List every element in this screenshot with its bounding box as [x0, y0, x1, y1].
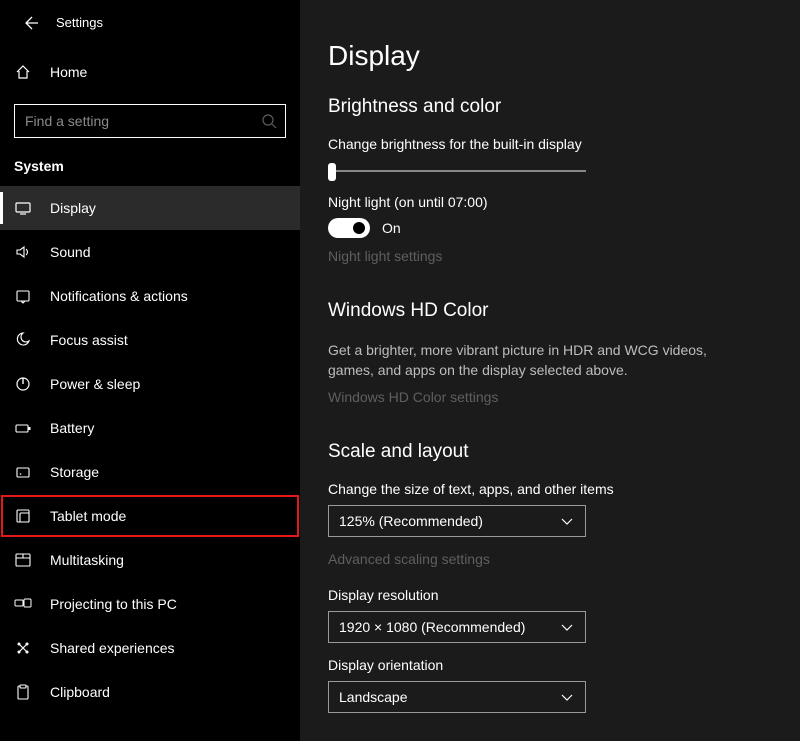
sound-icon	[14, 243, 32, 261]
night-light-state: On	[382, 220, 401, 236]
sidebar-item-label: Display	[50, 200, 96, 216]
resolution-label: Display resolution	[328, 587, 772, 603]
search-box[interactable]	[14, 104, 286, 138]
sidebar-item-display[interactable]: Display	[0, 186, 300, 230]
orientation-dropdown[interactable]: Landscape	[328, 681, 586, 713]
notifications-icon	[14, 287, 32, 305]
toggle-knob	[353, 222, 365, 234]
window-title: Settings	[56, 15, 103, 30]
advanced-scaling-link[interactable]: Advanced scaling settings	[328, 551, 772, 567]
sidebar-home-label: Home	[50, 64, 87, 80]
sidebar-item-label: Battery	[50, 420, 94, 436]
chevron-down-icon	[559, 620, 575, 634]
multitasking-icon	[14, 551, 32, 569]
sidebar-item-label: Notifications & actions	[50, 288, 188, 304]
sidebar-item-focus[interactable]: Focus assist	[0, 318, 300, 362]
sidebar-item-label: Power & sleep	[50, 376, 140, 392]
page-title: Display	[328, 40, 772, 72]
sidebar-home[interactable]: Home	[0, 50, 300, 94]
night-light-toggle[interactable]	[328, 218, 370, 238]
brightness-slider-label: Change brightness for the built-in displ…	[328, 136, 772, 152]
home-icon	[14, 63, 32, 81]
slider-thumb[interactable]	[328, 163, 336, 181]
sidebar-item-label: Multitasking	[50, 552, 124, 568]
chevron-down-icon	[559, 690, 575, 704]
section-heading-brightness: Brightness and color	[328, 96, 772, 118]
projecting-icon	[14, 595, 32, 613]
hdcolor-body: Get a brighter, more vibrant picture in …	[328, 340, 728, 381]
sidebar-item-label: Sound	[50, 244, 90, 260]
back-icon[interactable]	[22, 14, 38, 30]
focus-assist-icon	[14, 331, 32, 349]
display-icon	[14, 199, 32, 217]
battery-icon	[14, 419, 32, 437]
sidebar-item-shared[interactable]: Shared experiences	[0, 626, 300, 670]
clipboard-icon	[14, 683, 32, 701]
text-size-value: 125% (Recommended)	[339, 513, 483, 529]
main-content: Display Brightness and color Change brig…	[300, 0, 800, 741]
night-light-label: Night light (on until 07:00)	[328, 194, 772, 210]
section-scale: Scale and layout Change the size of text…	[328, 441, 772, 713]
sidebar-item-power[interactable]: Power & sleep	[0, 362, 300, 406]
sidebar-item-battery[interactable]: Battery	[0, 406, 300, 450]
chevron-down-icon	[559, 514, 575, 528]
orientation-value: Landscape	[339, 689, 408, 705]
text-size-dropdown[interactable]: 125% (Recommended)	[328, 505, 586, 537]
section-brightness: Brightness and color Change brightness f…	[328, 96, 772, 264]
sidebar-item-label: Focus assist	[50, 332, 128, 348]
sidebar: Settings Home System Display Sound Notific…	[0, 0, 300, 741]
power-icon	[14, 375, 32, 393]
slider-track	[328, 170, 586, 172]
night-light-settings-link[interactable]: Night light settings	[328, 248, 772, 264]
section-heading-hdcolor: Windows HD Color	[328, 300, 772, 322]
sidebar-item-label: Storage	[50, 464, 99, 480]
sidebar-item-label: Shared experiences	[50, 640, 175, 656]
shared-icon	[14, 639, 32, 657]
storage-icon	[14, 463, 32, 481]
search-input[interactable]	[15, 105, 285, 137]
sidebar-item-label: Projecting to this PC	[50, 596, 177, 612]
orientation-label: Display orientation	[328, 657, 772, 673]
search-icon	[261, 113, 277, 129]
resolution-value: 1920 × 1080 (Recommended)	[339, 619, 525, 635]
sidebar-item-tablet[interactable]: Tablet mode	[0, 494, 300, 538]
sidebar-item-multitasking[interactable]: Multitasking	[0, 538, 300, 582]
resolution-dropdown[interactable]: 1920 × 1080 (Recommended)	[328, 611, 586, 643]
brightness-slider[interactable]	[328, 160, 586, 184]
sidebar-item-label: Clipboard	[50, 684, 110, 700]
sidebar-item-clipboard[interactable]: Clipboard	[0, 670, 300, 714]
titlebar: Settings	[0, 10, 300, 40]
sidebar-group-header: System	[0, 138, 300, 186]
sidebar-navlist: Display Sound Notifications & actions Focus…	[0, 186, 300, 714]
section-hdcolor: Windows HD Color Get a brighter, more vi…	[328, 300, 772, 405]
sidebar-item-projecting[interactable]: Projecting to this PC	[0, 582, 300, 626]
sidebar-item-label: Tablet mode	[50, 508, 126, 524]
hdcolor-settings-link[interactable]: Windows HD Color settings	[328, 389, 772, 405]
sidebar-item-sound[interactable]: Sound	[0, 230, 300, 274]
text-size-label: Change the size of text, apps, and other…	[328, 481, 772, 497]
sidebar-item-notifications[interactable]: Notifications & actions	[0, 274, 300, 318]
sidebar-item-storage[interactable]: Storage	[0, 450, 300, 494]
section-heading-scale: Scale and layout	[328, 441, 772, 463]
tablet-icon	[14, 507, 32, 525]
